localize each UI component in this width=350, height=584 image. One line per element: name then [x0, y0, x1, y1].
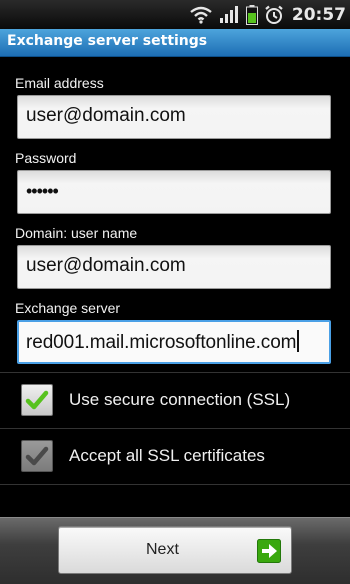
wifi-icon: [190, 6, 212, 24]
password-label: Password: [15, 150, 77, 166]
email-field[interactable]: user@domain.com: [17, 95, 331, 139]
ssl-checkbox[interactable]: [21, 384, 53, 416]
exchange-server-label: Exchange server: [15, 300, 121, 316]
checkmark-icon: [25, 390, 49, 410]
checkmark-icon: [25, 446, 49, 466]
alarm-icon: [264, 5, 284, 25]
domain-user-value: user@domain.com: [26, 255, 186, 276]
exchange-server-field[interactable]: red001.mail.microsoftonline.com: [17, 320, 331, 364]
accept-all-label: Accept all SSL certificates: [69, 446, 265, 465]
next-label: Next: [146, 541, 179, 558]
email-value: user@domain.com: [26, 105, 186, 126]
title-bar: Exchange server settings: [0, 29, 350, 57]
page-title: Exchange server settings: [7, 33, 208, 49]
signal-icon: [219, 5, 239, 24]
battery-icon: [245, 4, 258, 25]
email-label: Email address: [15, 75, 104, 91]
exchange-server-value: red001.mail.microsoftonline.com: [26, 332, 297, 353]
domain-user-label: Domain: user name: [15, 225, 138, 241]
ssl-option-row[interactable]: Use secure connection (SSL): [0, 373, 350, 428]
status-icons: 20:57: [190, 0, 350, 29]
bottom-bar: Next: [0, 517, 350, 584]
next-button[interactable]: Next: [58, 526, 292, 574]
password-field[interactable]: ••••••: [17, 170, 331, 214]
divider: [0, 484, 350, 485]
settings-form: Email address user@domain.com Password •…: [0, 57, 350, 517]
password-value: ••••••: [26, 181, 59, 201]
accept-all-option-row[interactable]: Accept all SSL certificates: [0, 429, 350, 484]
arrow-right-icon: [257, 539, 281, 567]
text-caret: [297, 330, 300, 352]
exchange-server-text: red001.mail.microsoftonline.com: [26, 330, 300, 354]
clock: 20:57: [291, 4, 346, 25]
status-bar: 20:57: [0, 0, 350, 29]
domain-user-field[interactable]: user@domain.com: [17, 245, 331, 289]
accept-all-checkbox[interactable]: [21, 440, 53, 472]
ssl-label: Use secure connection (SSL): [69, 390, 291, 409]
